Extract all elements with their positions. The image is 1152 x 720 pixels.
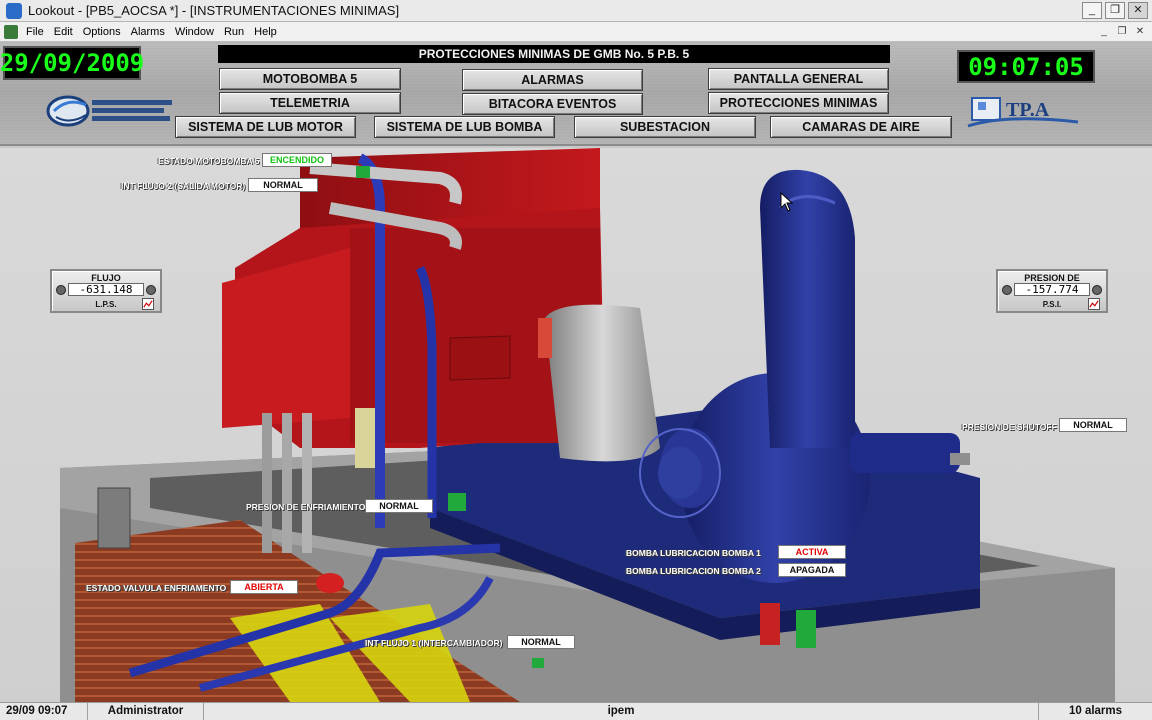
gauge-knob-icon — [1092, 285, 1102, 295]
mdi-close-button[interactable]: ✕ — [1132, 25, 1148, 39]
mdi-restore-button[interactable]: ❐ — [1114, 25, 1130, 39]
gauge-knob-icon — [1002, 285, 1012, 295]
title-bar[interactable]: Lookout - [PB5_AOCSA *] - [INSTRUMENTACI… — [0, 0, 1152, 22]
mdi-controls: _ ❐ ✕ — [1096, 25, 1148, 39]
alarmas-button[interactable]: ALARMAS — [462, 69, 643, 91]
protecciones-button[interactable]: PROTECCIONES MINIMAS — [708, 92, 889, 114]
presion-shutoff-label: PRESION DE SHUTOFF — [962, 422, 1057, 432]
flujo-gauge[interactable]: FLUJO -631.148 L.P.S. — [50, 269, 162, 313]
lookout-window: Lookout - [PB5_AOCSA *] - [INSTRUMENTACI… — [0, 0, 1152, 720]
status-user: Administrator — [88, 703, 204, 720]
int-flujo-2-label: INT FLUJO 2 (SALIDA MOTOR) — [121, 181, 246, 191]
presion-enfriamiento-label: PRESION DE ENFRIAMIENTO — [246, 502, 366, 512]
menu-options[interactable]: Options — [79, 26, 127, 38]
mouse-cursor-icon — [780, 192, 794, 212]
minimize-button[interactable]: _ — [1082, 2, 1102, 19]
camaras-button[interactable]: CAMARAS DE AIRE — [770, 116, 952, 138]
status-host: ipem — [204, 703, 1039, 720]
document-icon[interactable] — [4, 24, 18, 39]
gauge-knob-icon — [56, 285, 66, 295]
restore-button[interactable]: ❐ — [1105, 2, 1125, 19]
menu-file[interactable]: File — [22, 26, 50, 38]
int-flujo-1-label: INT FLUJO 1 (INTERCAMBIADOR) — [365, 638, 503, 648]
time-display: 09:07:05 — [957, 50, 1095, 83]
flujo-gauge-title: FLUJO — [91, 273, 121, 283]
mdi-minimize-button[interactable]: _ — [1096, 25, 1112, 39]
estado-motobomba-label: ESTADO MOTOBOMBA 5 — [158, 156, 260, 166]
trend-chart-icon[interactable] — [1088, 298, 1100, 310]
trend-chart-icon[interactable] — [142, 298, 154, 310]
gauge-knob-icon — [146, 285, 156, 295]
menu-alarms[interactable]: Alarms — [127, 26, 171, 38]
bomba-lub-1-value: ACTIVA — [778, 545, 846, 559]
lub-bomba-button[interactable]: SISTEMA DE LUB BOMBA — [374, 116, 555, 138]
menu-window[interactable]: Window — [171, 26, 220, 38]
subestacion-button[interactable]: SUBESTACION — [574, 116, 756, 138]
bomba-lub-2-label: BOMBA LUBRICACION BOMBA 2 — [626, 566, 761, 576]
estado-valvula-value: ABIERTA — [230, 580, 298, 594]
menu-run[interactable]: Run — [220, 26, 250, 38]
bitacora-button[interactable]: BITACORA EVENTOS — [462, 93, 643, 115]
status-bar: 29/09 09:07 Administrator ipem 10 alarms — [0, 702, 1152, 720]
presion-descarga-value: -157.774 — [1014, 283, 1090, 296]
logo-text: TP.A — [1006, 99, 1050, 121]
menu-bar: File Edit Options Alarms Window Run Help… — [0, 22, 1152, 42]
tpa-logo: TP.A — [967, 97, 1079, 128]
int-flujo-1-value: NORMAL — [507, 635, 575, 649]
bomba-lub-2-value: APAGADA — [778, 563, 846, 577]
flujo-gauge-value: -631.148 — [68, 283, 144, 296]
motobomba-button[interactable]: MOTOBOMBA 5 — [219, 68, 401, 90]
pantalla-general-button[interactable]: PANTALLA GENERAL — [708, 68, 889, 90]
app-icon — [6, 2, 22, 19]
presion-shutoff-value: NORMAL — [1059, 418, 1127, 432]
lub-motor-button[interactable]: SISTEMA DE LUB MOTOR — [175, 116, 356, 138]
estado-motobomba-value: ENCENDIDO — [262, 153, 332, 167]
bomba-lub-1-label: BOMBA LUBRICACION BOMBA 1 — [626, 548, 761, 558]
status-alarm-count[interactable]: 10 alarms — [1039, 703, 1152, 720]
window-controls: _ ❐ ✕ — [1082, 2, 1148, 19]
presion-enfriamiento-value: NORMAL — [365, 499, 433, 513]
telemetria-button[interactable]: TELEMETRIA — [219, 92, 401, 114]
window-title: Lookout - [PB5_AOCSA *] - [INSTRUMENTACI… — [28, 3, 400, 18]
menu-help[interactable]: Help — [250, 26, 283, 38]
screen-banner: PROTECCIONES MINIMAS DE GMB No. 5 P.B. 5 — [218, 45, 890, 63]
int-flujo-2-value: NORMAL — [248, 178, 318, 192]
estado-valvula-label: ESTADO VALVULA ENFRIAMENTO — [86, 583, 227, 593]
menu-edit[interactable]: Edit — [50, 26, 79, 38]
status-datetime: 29/09 09:07 — [0, 703, 88, 720]
presion-descarga-gauge[interactable]: PRESION DE DESCARGA -157.774 P.S.I. — [996, 269, 1108, 313]
utility-logo — [46, 95, 172, 127]
date-display: 29/09/2009 — [0, 46, 144, 80]
close-button[interactable]: ✕ — [1128, 2, 1148, 19]
